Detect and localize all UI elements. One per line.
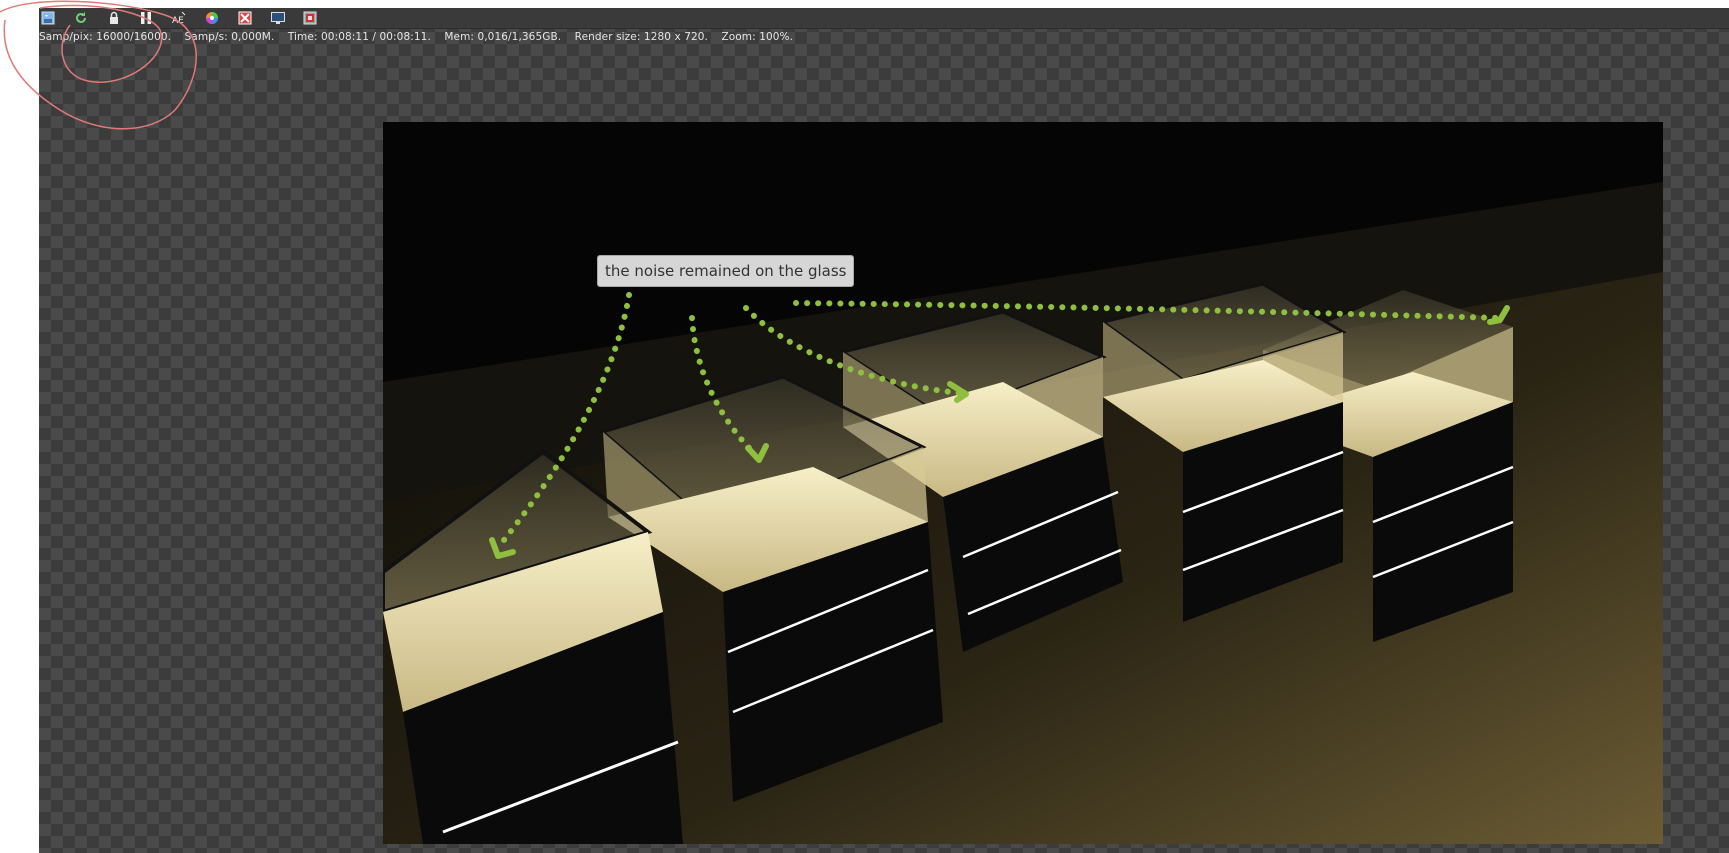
annotation-callout: the noise remained on the glass <box>597 255 855 287</box>
save-render-button[interactable] <box>39 9 57 27</box>
color-wheel-icon <box>206 12 218 24</box>
film-settings-icon <box>303 11 317 25</box>
render-time: Time: 00:08:11 / 00:08:11. <box>287 31 431 43</box>
lock-button[interactable] <box>105 9 123 27</box>
pause-button[interactable] <box>137 9 155 27</box>
pause-icon <box>141 12 151 24</box>
lock-icon <box>110 11 118 24</box>
render-size: Render size: 1280 x 720. <box>574 31 708 43</box>
samples-per-second: Samp/s: 0,000M. <box>184 31 275 43</box>
ae-button[interactable]: AE <box>170 9 188 27</box>
color-button[interactable] <box>203 9 221 27</box>
clear-button[interactable] <box>236 9 254 27</box>
render-image <box>383 122 1663 844</box>
refresh-icon <box>76 12 86 23</box>
ae-text-icon: AE <box>172 11 186 26</box>
save-image-icon <box>41 11 55 25</box>
monitor-icon <box>271 12 285 24</box>
render-status-bar: Samp/pix: 16000/16000. Samp/s: 0,000M. T… <box>39 31 803 47</box>
display-button[interactable] <box>269 9 287 27</box>
memory-usage: Mem: 0,016/1,365GB. <box>444 31 562 43</box>
restart-render-button[interactable] <box>72 9 90 27</box>
samples-per-pixel: Samp/pix: 16000/16000. <box>39 31 172 43</box>
zoom-level: Zoom: 100%. <box>721 31 794 43</box>
ae-label: AE <box>172 16 184 26</box>
settings-button[interactable] <box>301 9 319 27</box>
clear-region-icon <box>238 11 252 25</box>
toolbar: AE <box>39 8 1729 29</box>
